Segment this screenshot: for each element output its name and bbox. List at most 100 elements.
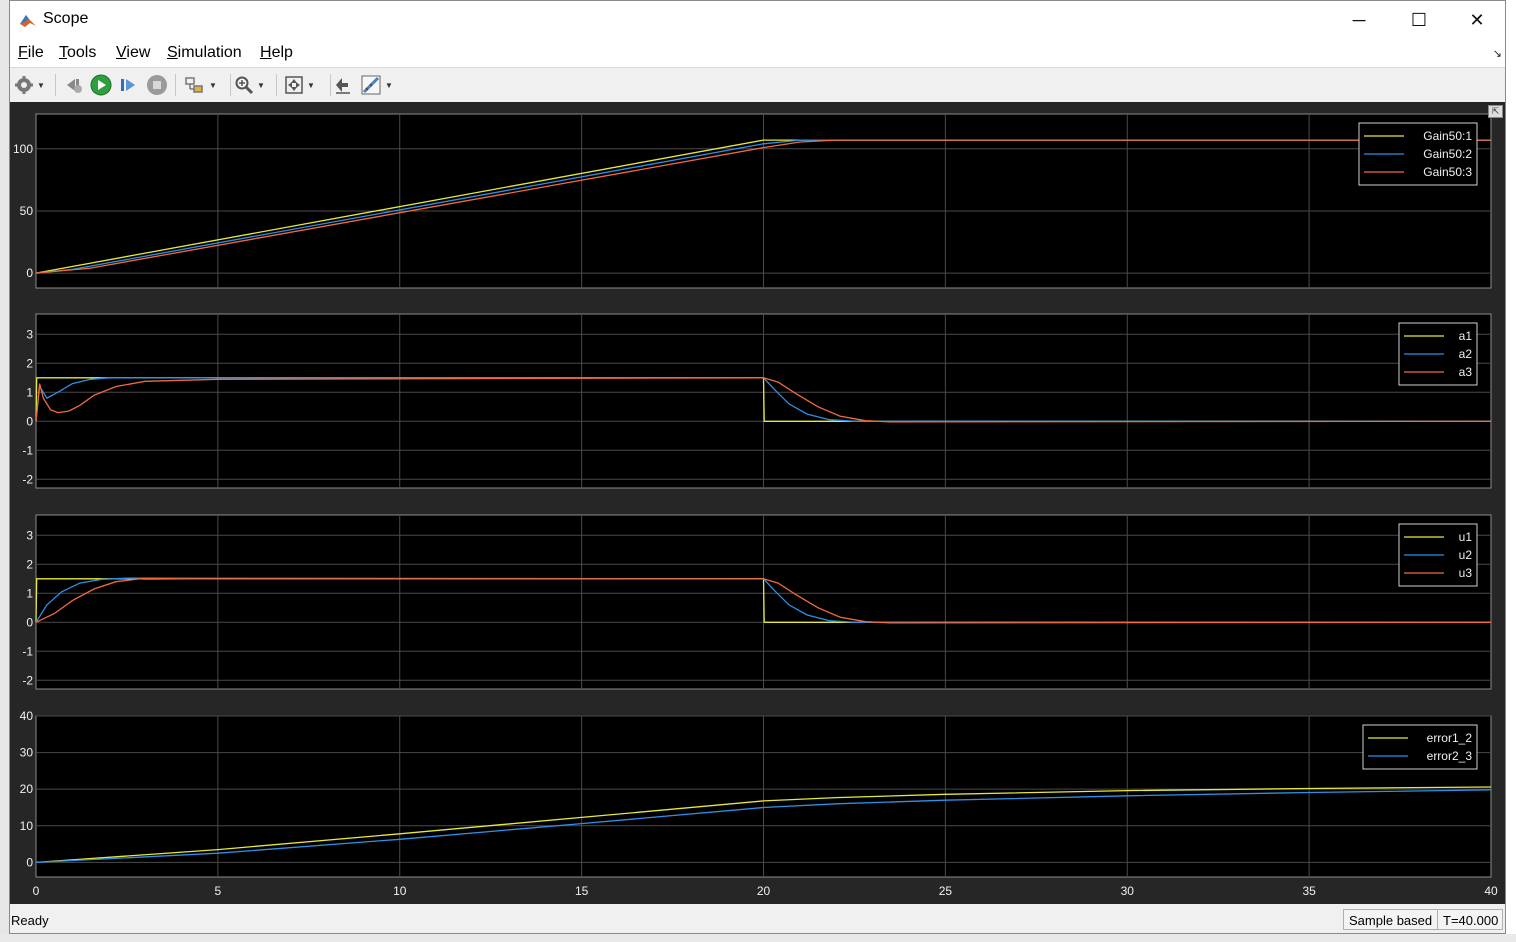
- y-tick-label: 0: [26, 266, 33, 280]
- maximize-button[interactable]: ☐: [1390, 1, 1448, 39]
- gear-icon: [15, 76, 33, 94]
- status-mode: Sample based: [1343, 909, 1440, 930]
- legend[interactable]: error1_2 error2_3: [1362, 724, 1478, 770]
- y-tick-label: 20: [20, 782, 34, 796]
- menu-view[interactable]: View: [116, 44, 150, 62]
- y-tick-label: 3: [26, 327, 33, 341]
- legend-label: Gain50:2: [1423, 147, 1472, 161]
- x-tick-label: 40: [1484, 884, 1498, 898]
- y-tick-label: 1: [26, 385, 33, 399]
- window-title: Scope: [43, 10, 89, 27]
- x-tick-label: 0: [33, 884, 40, 898]
- x-tick-label: 25: [939, 884, 953, 898]
- y-tick-label: -1: [22, 443, 33, 457]
- configuration-button[interactable]: ▼: [14, 73, 45, 97]
- x-tick-label: 35: [1302, 884, 1316, 898]
- legend-label: Gain50:1: [1423, 129, 1472, 143]
- status-ready: Ready: [11, 913, 49, 928]
- stop-icon: [147, 75, 167, 95]
- autoscale-button[interactable]: ▼: [284, 73, 315, 97]
- scope-axes-2[interactable]: -2 -1 0 1 2 3 a1 a2 a3: [22, 313, 1492, 489]
- x-tick-label: 20: [757, 884, 771, 898]
- scope-axes-1[interactable]: 0 50 100 Gain50:1 Gain50:2 Gain50:3: [13, 113, 1492, 289]
- y-tick-label: 50: [20, 204, 34, 218]
- legend-label: u2: [1459, 548, 1473, 562]
- legend-label: a1: [1459, 329, 1473, 343]
- y-tick-label: 10: [20, 819, 34, 833]
- chevron-down-icon[interactable]: ▼: [385, 81, 393, 90]
- minimize-button[interactable]: ─: [1330, 1, 1388, 39]
- highlight-block-button[interactable]: ▼: [184, 73, 217, 97]
- legend-label: error2_3: [1427, 749, 1473, 763]
- zoom-icon: [235, 76, 254, 95]
- legend[interactable]: Gain50:1 Gain50:2 Gain50:3: [1358, 122, 1478, 186]
- chevron-down-icon[interactable]: ▼: [209, 81, 217, 90]
- step-forward-button[interactable]: [118, 73, 138, 97]
- close-button[interactable]: ✕: [1448, 1, 1506, 39]
- scope-window: Scope ─ ☐ ✕ File Tools View Simulation H…: [9, 0, 1506, 934]
- legend[interactable]: u1 u2 u3: [1398, 523, 1478, 587]
- matlab-logo-icon: [20, 15, 36, 27]
- scope-axes-4[interactable]: 0 10 20 30 40 0 5 10 15 20 25 30 35 40 error1_2 error2_…: [20, 709, 1498, 898]
- x-tick-label: 10: [393, 884, 407, 898]
- menu-help[interactable]: Help: [260, 44, 293, 62]
- step-forward-icon: [121, 79, 135, 91]
- desktop-background-bottom: [0, 934, 1516, 942]
- signal-select-icon: [336, 78, 350, 94]
- x-tick-label: 30: [1121, 884, 1135, 898]
- close-icon: ✕: [1469, 9, 1485, 30]
- y-tick-label: 1: [26, 586, 33, 600]
- menu-simulation[interactable]: Simulation: [167, 44, 242, 62]
- legend-label: a2: [1459, 347, 1473, 361]
- signal-select-button[interactable]: [332, 73, 352, 97]
- y-tick-label: 30: [20, 746, 34, 760]
- y-tick-label: 100: [13, 142, 33, 156]
- title-bar: Scope ─ ☐ ✕: [10, 1, 1505, 39]
- menu-tools[interactable]: Tools: [59, 44, 96, 62]
- desktop-background-left: [0, 0, 9, 942]
- scope-plots: 050100Gain50:1Gain50:2Gain50:3-2-10123 a1…: [13, 113, 1498, 898]
- y-tick-label: 0: [26, 414, 33, 428]
- legend-label: u1: [1459, 530, 1473, 544]
- status-bar: Ready Sample based T=40.000: [10, 905, 1505, 933]
- measurements-button[interactable]: ▼: [360, 73, 393, 97]
- undock-arrow-icon[interactable]: ↘: [1493, 47, 1502, 60]
- minimize-icon: ─: [1352, 9, 1366, 30]
- desktop-background-right: [1506, 0, 1516, 942]
- toolbar: ▼ ▼ ▼ ▼ ▼: [10, 67, 1505, 103]
- y-tick-label: 2: [26, 356, 33, 370]
- legend-label: a3: [1459, 365, 1473, 379]
- chevron-down-icon[interactable]: ▼: [37, 81, 45, 90]
- measurements-icon: [361, 75, 381, 95]
- chevron-down-icon[interactable]: ▼: [307, 81, 315, 90]
- maximize-icon: ☐: [1410, 9, 1428, 30]
- step-back-button[interactable]: [64, 73, 84, 97]
- highlight-block-icon: [185, 77, 203, 93]
- x-tick-label: 15: [575, 884, 589, 898]
- zoom-button[interactable]: ▼: [234, 73, 265, 97]
- y-tick-label: 40: [20, 709, 34, 723]
- scope-axes-3[interactable]: -2 -1 0 1 2 3 u1 u2 u3: [22, 514, 1492, 690]
- y-tick-label: 3: [26, 528, 33, 542]
- y-tick-label: 0: [26, 855, 33, 869]
- run-button[interactable]: [90, 73, 112, 97]
- y-tick-label: -2: [22, 673, 33, 687]
- chevron-down-icon[interactable]: ▼: [257, 81, 265, 90]
- y-tick-label: 0: [26, 615, 33, 629]
- legend-label: Gain50:3: [1423, 165, 1472, 179]
- menu-file[interactable]: File: [18, 44, 44, 62]
- menu-bar: File Tools View Simulation Help ↘: [10, 39, 1505, 67]
- x-tick-label: 5: [215, 884, 222, 898]
- run-icon: [90, 74, 112, 96]
- step-back-icon: [67, 79, 82, 93]
- status-time: T=40.000: [1437, 909, 1503, 930]
- autoscale-icon: [285, 76, 303, 94]
- legend[interactable]: a1 a2 a3: [1398, 322, 1478, 386]
- stop-button[interactable]: [146, 73, 168, 97]
- legend-label: u3: [1459, 566, 1473, 580]
- undock-axes-icon[interactable]: ⇱: [1488, 105, 1503, 118]
- y-tick-label: -1: [22, 644, 33, 658]
- y-tick-label: -2: [22, 472, 33, 486]
- scope-display: 0 50 100 Gain50:1 Gain50:2 Gain50:3 -2 -1 0 1 2 3 a1…: [10, 102, 1505, 904]
- y-tick-label: 2: [26, 557, 33, 571]
